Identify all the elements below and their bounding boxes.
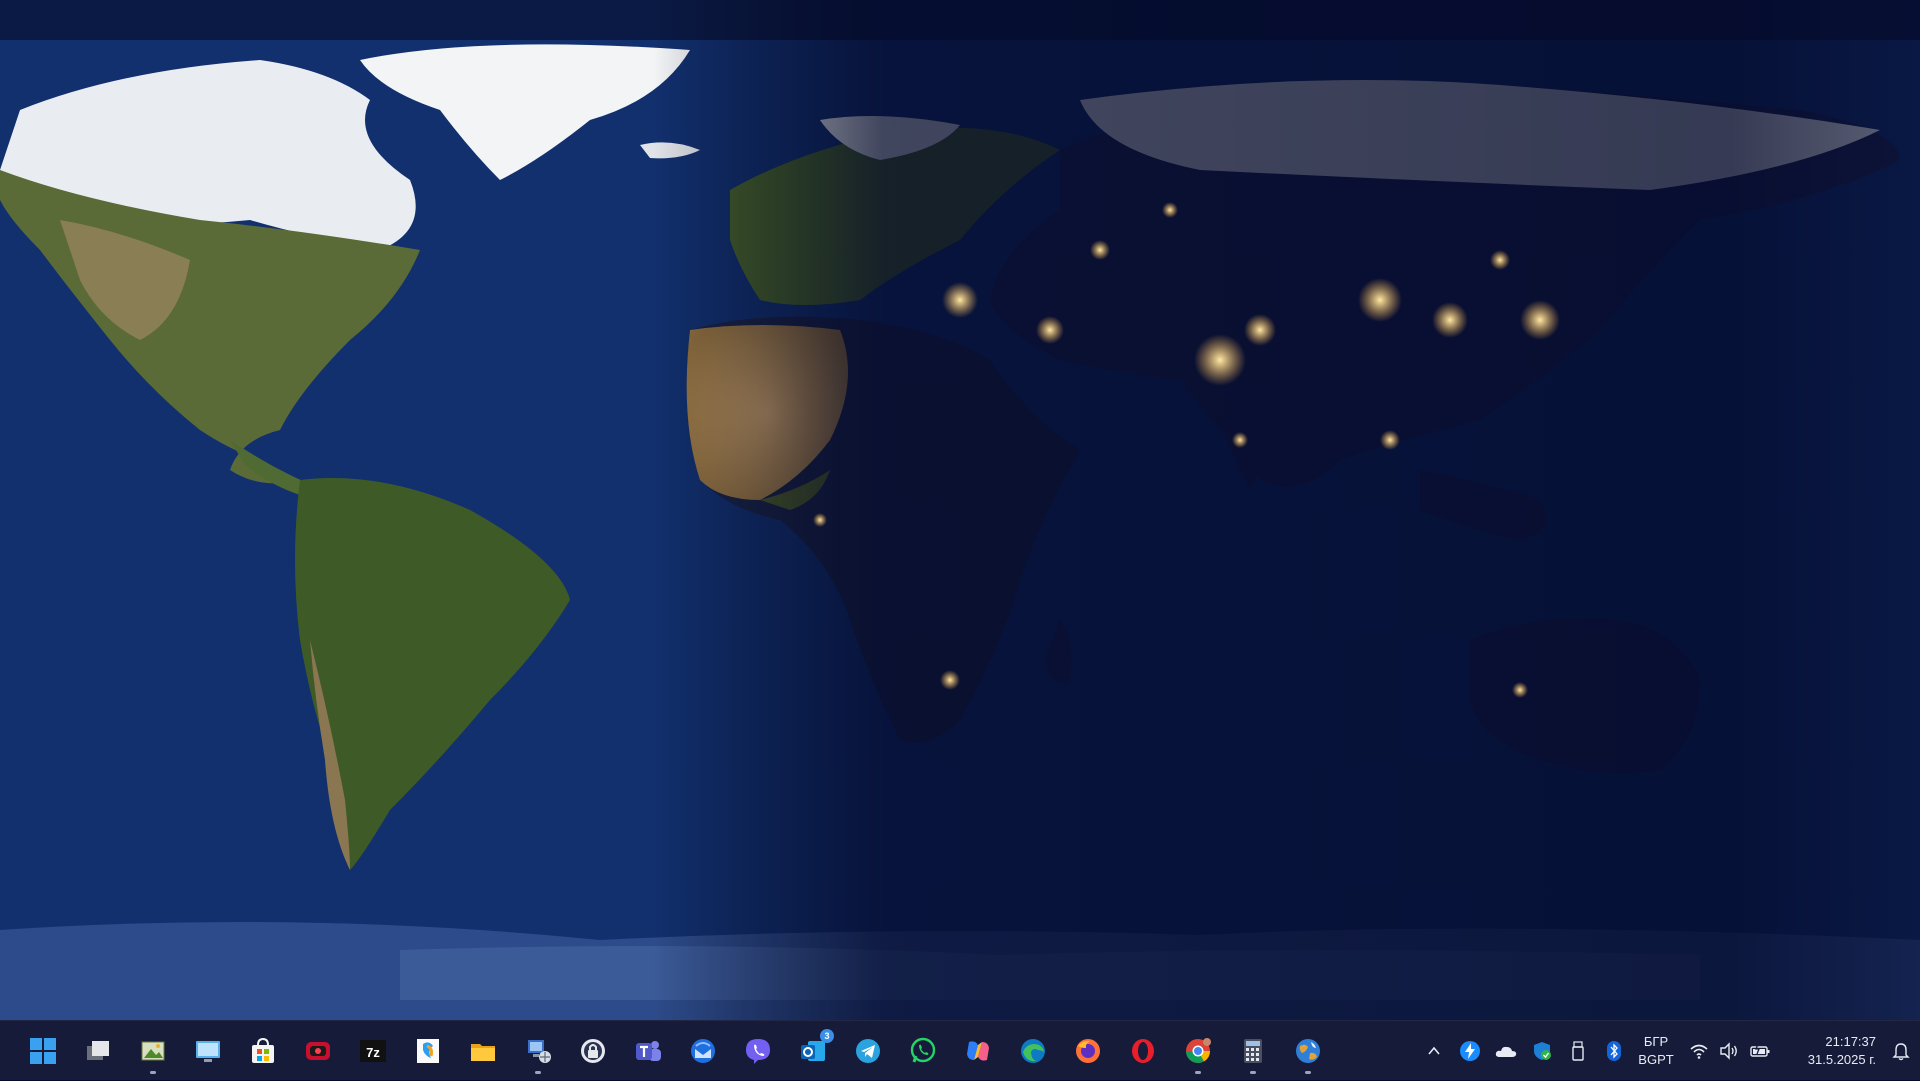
language-code-bottom: BGPT <box>1638 1052 1674 1067</box>
globe-icon <box>1296 1039 1320 1063</box>
whatsapp-icon <box>910 1037 936 1063</box>
store-bag-icon <box>252 1037 274 1063</box>
taskbar-app-copilot[interactable] <box>953 1026 1003 1076</box>
taskbar-app-vpn[interactable] <box>568 1026 618 1076</box>
show-hidden-icons-button[interactable] <box>1416 1031 1452 1071</box>
tray-usb-device[interactable] <box>1560 1031 1596 1071</box>
taskbar-app-list: 7z 3 <box>18 1021 1338 1081</box>
taskbar-app-edge[interactable] <box>1008 1026 1058 1076</box>
wifi-icon <box>1690 1044 1708 1059</box>
quick-settings-button[interactable] <box>1684 1029 1776 1073</box>
thunderbird-icon <box>691 1039 715 1063</box>
earth-day-night-wallpaper <box>0 0 1920 1020</box>
input-language-indicator[interactable]: БГР BGPT <box>1632 1029 1680 1073</box>
colorful-pad-icon <box>417 1039 439 1063</box>
clock-time: 21:17:37 <box>1825 1034 1876 1049</box>
bluetooth-icon <box>1607 1041 1621 1061</box>
volume-icon <box>1720 1042 1737 1060</box>
taskbar-app-telegram[interactable] <box>843 1026 893 1076</box>
tray-power-tool[interactable] <box>1452 1031 1488 1071</box>
taskbar-app-chrome[interactable] <box>1173 1026 1223 1076</box>
teams-icon <box>636 1041 661 1061</box>
running-indicator <box>1250 1071 1256 1074</box>
taskbar-app-teams[interactable] <box>623 1026 673 1076</box>
calculator-icon <box>1244 1039 1262 1063</box>
task-view-button[interactable] <box>73 1026 123 1076</box>
network-computer-icon <box>528 1040 551 1063</box>
unread-count-badge: 3 <box>820 1029 834 1043</box>
bell-icon <box>1892 1043 1910 1061</box>
screen-recorder-icon <box>306 1042 330 1060</box>
clock-date[interactable]: 21:17:37 31.5.2025 г. <box>1780 1029 1882 1073</box>
running-indicator <box>1305 1071 1311 1074</box>
security-shield-icon <box>1534 1042 1551 1060</box>
task-view-icon <box>87 1041 109 1060</box>
language-code-top: БГР <box>1643 1034 1669 1049</box>
taskbar-app-viber[interactable] <box>733 1026 783 1076</box>
taskbar: 7z 3 БГР BGPT 21:17:37 31.5.2025 г. <box>0 1020 1920 1080</box>
copilot-icon <box>967 1041 989 1061</box>
taskbar-app-file-explorer[interactable] <box>458 1026 508 1076</box>
taskbar-app-microsoft-store[interactable] <box>238 1026 288 1076</box>
telegram-icon <box>856 1039 880 1063</box>
usb-drive-icon <box>1572 1041 1584 1061</box>
monitor-picture-icon <box>196 1041 220 1062</box>
taskbar-app-outlook[interactable]: 3 <box>788 1026 838 1076</box>
tray-onedrive[interactable] <box>1488 1031 1524 1071</box>
opera-icon <box>1132 1039 1154 1063</box>
tray-windows-security[interactable] <box>1524 1031 1560 1071</box>
taskbar-app-firefox[interactable] <box>1063 1026 1113 1076</box>
tray-bluetooth[interactable] <box>1596 1031 1632 1071</box>
running-indicator <box>1195 1071 1201 1074</box>
taskbar-app-earth-wallpaper[interactable] <box>1283 1026 1333 1076</box>
taskbar-app-7zip[interactable]: 7z <box>348 1026 398 1076</box>
lightning-bolt-icon <box>1460 1041 1480 1061</box>
clock-date-text: 31.5.2025 г. <box>1807 1052 1876 1067</box>
taskbar-app-thunderbird[interactable] <box>678 1026 728 1076</box>
seven-zip-icon: 7z <box>360 1040 386 1062</box>
taskbar-app-network-tool[interactable] <box>513 1026 563 1076</box>
taskbar-app-display-settings[interactable] <box>183 1026 233 1076</box>
taskbar-app-whatsapp[interactable] <box>898 1026 948 1076</box>
folder-icon <box>471 1044 495 1061</box>
running-indicator <box>535 1071 541 1074</box>
edge-icon <box>1021 1039 1045 1063</box>
start-button[interactable] <box>18 1026 68 1076</box>
system-tray: БГР BGPT 21:17:37 31.5.2025 г. <box>1416 1021 1920 1081</box>
cloud-icon <box>1495 1046 1517 1057</box>
viber-icon <box>746 1039 770 1064</box>
desktop[interactable] <box>0 0 1920 1020</box>
taskbar-app-image-viewer[interactable] <box>128 1026 178 1076</box>
lock-shield-icon <box>581 1039 605 1063</box>
taskbar-app-sticky-pad[interactable] <box>403 1026 453 1076</box>
running-indicator <box>150 1071 156 1074</box>
taskbar-app-opera[interactable] <box>1118 1026 1168 1076</box>
taskbar-app-screen-recorder[interactable] <box>293 1026 343 1076</box>
battery-charging-icon <box>1750 1043 1770 1057</box>
seven-zip-label: 7z <box>366 1045 380 1060</box>
chevron-up-icon <box>1428 1046 1440 1055</box>
windows-logo-icon <box>30 1038 56 1064</box>
firefox-icon <box>1076 1039 1100 1063</box>
chrome-icon <box>1186 1038 1211 1064</box>
taskbar-app-calculator[interactable] <box>1228 1026 1278 1076</box>
notifications-button[interactable] <box>1882 1029 1920 1073</box>
image-viewer-icon <box>141 1041 165 1061</box>
